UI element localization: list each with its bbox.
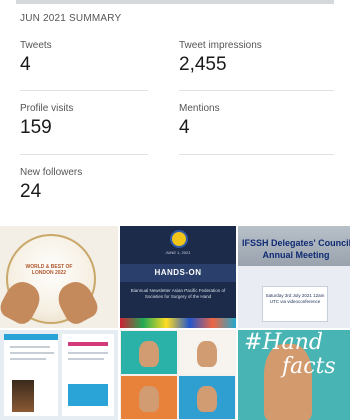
stat-new-followers[interactable]: New followers 24 bbox=[20, 167, 82, 203]
stat-value: 24 bbox=[20, 181, 42, 202]
painting-thumbnail bbox=[12, 380, 34, 412]
stat-tweets[interactable]: Tweets 4 bbox=[20, 40, 52, 76]
stat-value: 4 bbox=[20, 54, 31, 75]
summary-title: JUN 2021 SUMMARY bbox=[20, 13, 122, 24]
stat-value: 2,455 bbox=[179, 54, 227, 75]
federation-logo-icon bbox=[170, 230, 188, 248]
hand-facts-title: #Hand bbox=[244, 330, 323, 355]
page-right bbox=[62, 334, 114, 416]
text-line bbox=[10, 352, 54, 354]
text-line bbox=[68, 358, 104, 360]
stat-value: 159 bbox=[20, 117, 52, 138]
media-tile-newsletter[interactable]: JUNE 1, 2021 HANDS-ON Biannual Newslette… bbox=[120, 226, 236, 328]
meeting-headline: IFSSH Delegates' Council bbox=[242, 238, 350, 248]
flags-strip bbox=[120, 318, 236, 328]
stat-label: Profile visits bbox=[20, 103, 74, 114]
media-tile-hand-facts[interactable]: #Hand facts bbox=[238, 330, 350, 420]
hand-icon bbox=[139, 386, 159, 412]
page-figure bbox=[68, 384, 108, 406]
collage-quad bbox=[179, 376, 235, 419]
collage-quad bbox=[121, 331, 177, 374]
newsletter-subtitle: Biannual Newsletter Asian Pacific Federa… bbox=[130, 288, 226, 299]
page-left bbox=[4, 334, 58, 416]
media-grid: WORLD & BEST OF LONDON 2022 JUNE 1, 2021… bbox=[0, 226, 350, 420]
page-title-bar bbox=[68, 342, 108, 346]
hand-icon bbox=[139, 341, 159, 367]
media-tile-conference-logo[interactable]: WORLD & BEST OF LONDON 2022 bbox=[0, 226, 118, 328]
media-tile-hands-collage[interactable] bbox=[120, 330, 236, 420]
hand-icon bbox=[197, 386, 217, 412]
divider bbox=[179, 154, 334, 155]
meeting-headline-2: Annual Meeting bbox=[262, 250, 330, 260]
stat-label: Mentions bbox=[179, 103, 220, 114]
emblem-text: WORLD & BEST OF LONDON 2022 bbox=[25, 264, 73, 276]
media-tile-pages[interactable] bbox=[0, 330, 118, 420]
stat-label: Tweets bbox=[20, 40, 52, 51]
stat-impressions[interactable]: Tweet impressions 2,455 bbox=[179, 40, 262, 76]
media-tile-meeting[interactable]: IFSSH Delegates' Council Annual Meeting … bbox=[238, 226, 350, 328]
divider bbox=[20, 154, 148, 155]
text-line bbox=[10, 358, 46, 360]
collage-quad bbox=[121, 376, 177, 419]
stat-value: 4 bbox=[179, 117, 190, 138]
meeting-info-box: Saturday 3rd July 2021 12am UTC via vide… bbox=[262, 286, 328, 322]
stat-mentions[interactable]: Mentions 4 bbox=[179, 103, 220, 139]
hand-icon bbox=[197, 341, 217, 367]
text-line bbox=[10, 346, 50, 348]
collage-quad bbox=[179, 331, 235, 374]
divider bbox=[179, 90, 334, 91]
divider bbox=[20, 90, 148, 91]
newsletter-date: JUNE 1, 2021 bbox=[165, 250, 191, 255]
newsletter-headline: HANDS-ON bbox=[120, 264, 236, 282]
stat-label: Tweet impressions bbox=[179, 40, 262, 51]
page-header-bar bbox=[4, 334, 58, 340]
hand-facts-subtitle: facts bbox=[282, 354, 336, 379]
text-line bbox=[68, 352, 108, 354]
stat-profile-visits[interactable]: Profile visits 159 bbox=[20, 103, 73, 139]
meeting-info: Saturday 3rd July 2021 12am UTC via vide… bbox=[265, 293, 325, 304]
top-rule bbox=[16, 0, 334, 4]
stat-label: New followers bbox=[20, 167, 83, 178]
